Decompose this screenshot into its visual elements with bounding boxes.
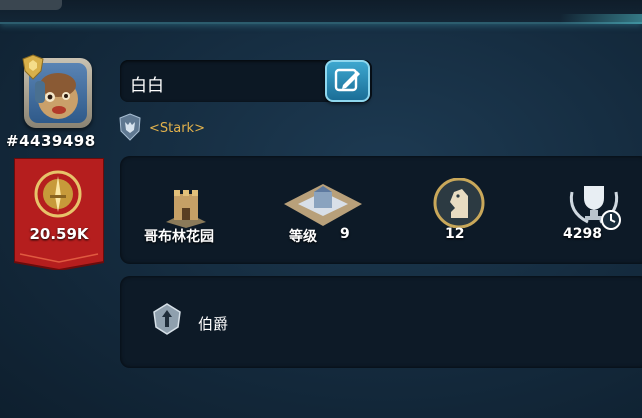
trophy-icon[interactable] [562, 178, 626, 230]
power-value: 20.59K [29, 225, 89, 243]
top-bar [0, 0, 642, 24]
wolf-crest-icon [119, 113, 141, 141]
city-name: 哥布林花园 [144, 229, 214, 245]
edit-name-button[interactable] [325, 60, 370, 102]
laurel-sword-icon [34, 170, 82, 218]
noble-title: 伯爵 [198, 315, 229, 333]
castle-icon [166, 190, 206, 228]
knight-chess-icon[interactable] [430, 178, 488, 228]
shield-badge-icon [22, 54, 44, 80]
level-label: 等级 [289, 229, 317, 245]
player-id: #4439498 [6, 132, 96, 150]
top-tab [0, 0, 62, 10]
rank-emblem-icon [153, 303, 181, 335]
level-value: 9 [340, 226, 350, 242]
alliance-tag[interactable]: <Stark> [149, 121, 205, 136]
trophy-value: 4298 [563, 226, 602, 242]
player-name: 白白 [130, 76, 164, 96]
fortress-icon [284, 184, 362, 226]
top-glow [560, 14, 642, 24]
edit-pencil-icon [334, 68, 360, 92]
knight-value: 12 [445, 226, 465, 242]
